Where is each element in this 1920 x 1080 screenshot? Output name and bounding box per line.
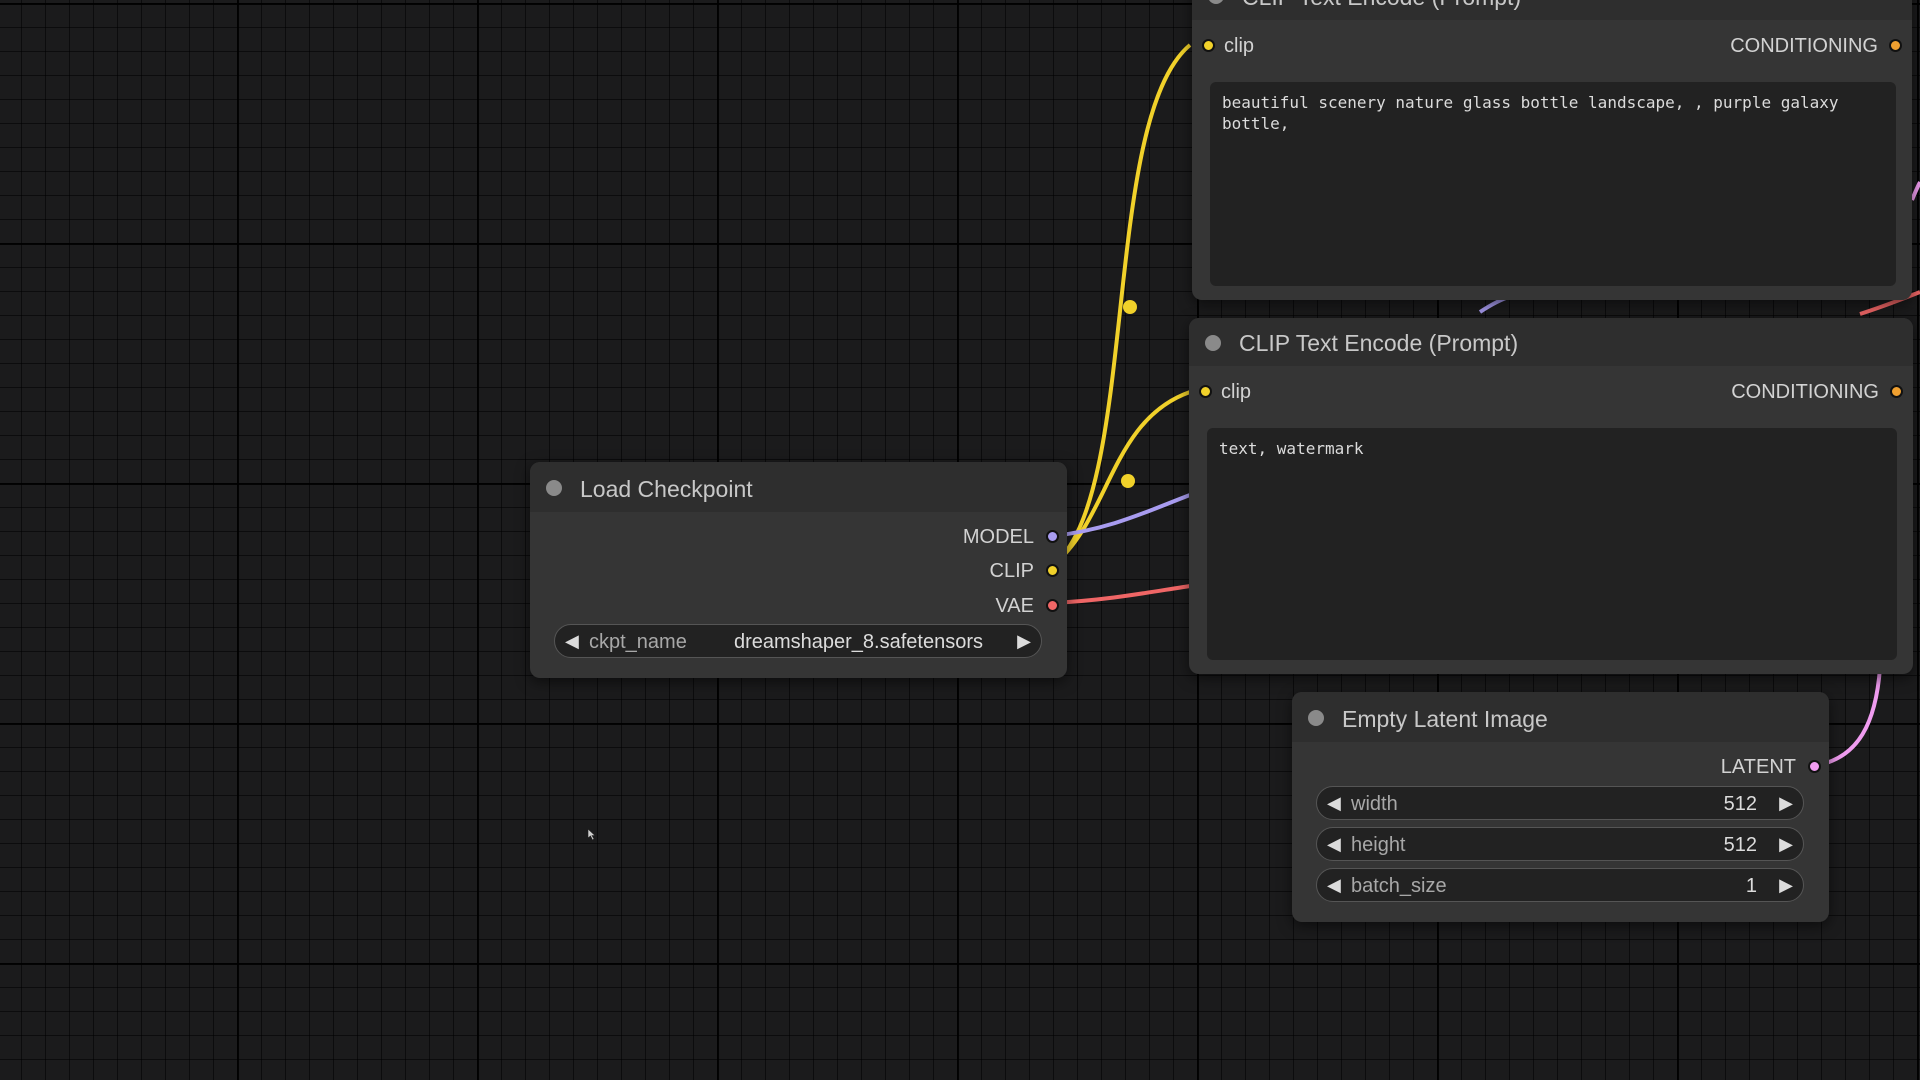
left-arrow-icon[interactable]: ◀: [1327, 793, 1341, 813]
node-header[interactable]: CLIP Text Encode (Prompt): [1192, 0, 1912, 20]
clip-input-label: clip: [1221, 381, 1252, 403]
width-number-widget[interactable]: ◀ width 512 ▶: [1316, 786, 1804, 820]
widget-value: 512: [1723, 834, 1757, 856]
node-title: Load Checkpoint: [580, 476, 753, 502]
ckpt-name-combo[interactable]: ◀ ckpt_name dreamshaper_8.safetensors ▶: [554, 624, 1042, 658]
node-title: CLIP Text Encode (Prompt): [1242, 0, 1521, 11]
widget-value: dreamshaper_8.safetensors: [733, 631, 983, 653]
clip-input-slot[interactable]: [1202, 39, 1215, 52]
collapse-dot-icon[interactable]: [546, 480, 562, 496]
left-arrow-icon[interactable]: ◀: [1327, 834, 1341, 854]
mouse-cursor-icon: [588, 829, 596, 840]
clip-input-slot[interactable]: [1199, 385, 1212, 398]
left-arrow-icon[interactable]: ◀: [1327, 875, 1341, 895]
batch-size-number-widget[interactable]: ◀ batch_size 1 ▶: [1316, 868, 1804, 902]
widget-value: 1: [1745, 875, 1757, 897]
height-number-widget[interactable]: ◀ height 512 ▶: [1316, 827, 1804, 861]
right-arrow-icon[interactable]: ▶: [1017, 631, 1031, 651]
right-arrow-icon[interactable]: ▶: [1779, 875, 1793, 895]
conditioning-output-label: CONDITIONING: [1731, 381, 1879, 403]
vae-output-slot[interactable]: [1046, 599, 1059, 612]
widget-name: height: [1351, 834, 1406, 856]
clip-output-label: CLIP: [989, 560, 1034, 582]
node-header[interactable]: Empty Latent Image: [1292, 692, 1829, 742]
clip-input-label: clip: [1224, 35, 1255, 57]
latent-output-label: LATENT: [1720, 756, 1796, 778]
node-header[interactable]: CLIP Text Encode (Prompt): [1189, 318, 1913, 366]
collapse-dot-icon[interactable]: [1308, 710, 1324, 726]
conditioning-output-label: CONDITIONING: [1730, 35, 1878, 57]
conditioning-output-slot[interactable]: [1890, 385, 1903, 398]
load-checkpoint-node[interactable]: Load Checkpoint MODEL CLIP VAE ◀ ckpt_na…: [530, 462, 1067, 678]
model-output-label: MODEL: [962, 526, 1034, 548]
clip-text-encode-node-negative[interactable]: CLIP Text Encode (Prompt) clip CONDITION…: [1189, 318, 1913, 674]
model-output-slot[interactable]: [1046, 530, 1059, 543]
collapse-dot-icon[interactable]: [1205, 335, 1221, 351]
widget-value: 512: [1723, 793, 1757, 815]
conditioning-output-slot[interactable]: [1889, 39, 1902, 52]
prompt-textarea[interactable]: text, watermark: [1207, 428, 1897, 660]
widget-name: ckpt_name: [589, 631, 687, 653]
collapse-dot-icon[interactable]: [1208, 0, 1224, 4]
prompt-textarea[interactable]: beautiful scenery nature glass bottle la…: [1210, 82, 1896, 286]
latent-output-slot[interactable]: [1808, 760, 1821, 773]
widget-name: width: [1351, 793, 1398, 815]
vae-output-label: VAE: [995, 595, 1034, 617]
clip-text-encode-node-positive[interactable]: CLIP Text Encode (Prompt) clip CONDITION…: [1192, 0, 1912, 300]
node-title: CLIP Text Encode (Prompt): [1239, 330, 1519, 356]
node-title: Empty Latent Image: [1342, 706, 1548, 732]
clip-output-slot[interactable]: [1046, 564, 1059, 577]
empty-latent-image-node[interactable]: Empty Latent Image LATENT ◀ width 512 ▶ …: [1292, 692, 1829, 922]
right-arrow-icon[interactable]: ▶: [1779, 834, 1793, 854]
widget-name: batch_size: [1351, 875, 1447, 897]
node-header[interactable]: Load Checkpoint: [530, 462, 1067, 512]
left-arrow-icon[interactable]: ◀: [565, 631, 579, 651]
right-arrow-icon[interactable]: ▶: [1779, 793, 1793, 813]
